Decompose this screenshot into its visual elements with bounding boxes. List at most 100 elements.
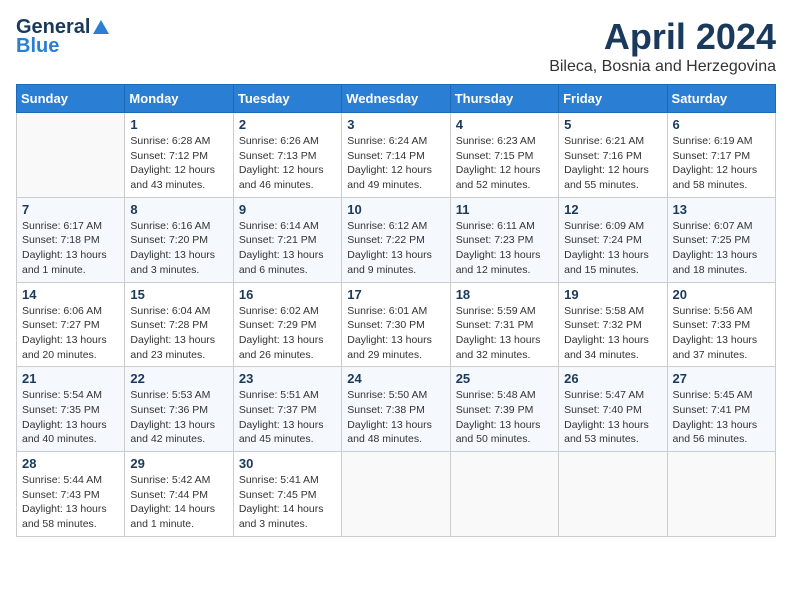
calendar-cell: 22 Sunrise: 5:53 AMSunset: 7:36 PMDayligh…: [125, 367, 233, 452]
day-info: Sunrise: 6:24 AMSunset: 7:14 PMDaylight:…: [347, 134, 444, 193]
calendar-cell: 24 Sunrise: 5:50 AMSunset: 7:38 PMDayligh…: [342, 367, 450, 452]
day-number: 28: [22, 456, 119, 471]
day-number: 3: [347, 117, 444, 132]
calendar-cell: 13 Sunrise: 6:07 AMSunset: 7:25 PMDayligh…: [667, 197, 775, 282]
calendar-week-2: 14 Sunrise: 6:06 AMSunset: 7:27 PMDayligh…: [17, 282, 776, 367]
calendar-cell: 19Sunrise: 5:58 AMSunset: 7:32 PMDayligh…: [559, 282, 667, 367]
calendar-cell: 9 Sunrise: 6:14 AMSunset: 7:21 PMDaylight…: [233, 197, 341, 282]
calendar-cell: 29Sunrise: 5:42 AMSunset: 7:44 PMDayligh…: [125, 452, 233, 537]
day-number: 21: [22, 371, 119, 386]
day-number: 5: [564, 117, 661, 132]
day-number: 13: [673, 202, 770, 217]
day-number: 15: [130, 287, 227, 302]
day-info: Sunrise: 5:54 AMSunset: 7:35 PMDaylight:…: [22, 388, 119, 447]
day-number: 8: [130, 202, 227, 217]
day-number: 4: [456, 117, 553, 132]
calendar-cell: 23 Sunrise: 5:51 AMSunset: 7:37 PMDayligh…: [233, 367, 341, 452]
day-info: Sunrise: 6:17 AMSunset: 7:18 PMDaylight:…: [22, 219, 119, 278]
day-info: Sunrise: 6:16 AMSunset: 7:20 PMDaylight:…: [130, 219, 227, 278]
calendar-cell: 15 Sunrise: 6:04 AMSunset: 7:28 PMDayligh…: [125, 282, 233, 367]
logo-blue: Blue: [16, 35, 59, 58]
logo: General Blue: [16, 16, 109, 58]
day-info: Sunrise: 6:12 AMSunset: 7:22 PMDaylight:…: [347, 219, 444, 278]
day-number: 9: [239, 202, 336, 217]
calendar-cell: [17, 113, 125, 198]
day-info: Sunrise: 6:21 AMSunset: 7:16 PMDaylight:…: [564, 134, 661, 193]
day-info: Sunrise: 5:45 AMSunset: 7:41 PMDaylight:…: [673, 388, 770, 447]
day-number: 20: [673, 287, 770, 302]
col-header-monday: Monday: [125, 85, 233, 113]
month-title: April 2024: [549, 16, 776, 58]
day-number: 27: [673, 371, 770, 386]
day-number: 19: [564, 287, 661, 302]
day-info: Sunrise: 6:06 AMSunset: 7:27 PMDaylight:…: [22, 304, 119, 363]
day-info: Sunrise: 6:11 AMSunset: 7:23 PMDaylight:…: [456, 219, 553, 278]
day-info: Sunrise: 5:41 AMSunset: 7:45 PMDaylight:…: [239, 473, 336, 532]
col-header-tuesday: Tuesday: [233, 85, 341, 113]
calendar-week-4: 28Sunrise: 5:44 AMSunset: 7:43 PMDayligh…: [17, 452, 776, 537]
calendar-cell: 2 Sunrise: 6:26 AMSunset: 7:13 PMDaylight…: [233, 113, 341, 198]
day-info: Sunrise: 5:50 AMSunset: 7:38 PMDaylight:…: [347, 388, 444, 447]
day-info: Sunrise: 6:26 AMSunset: 7:13 PMDaylight:…: [239, 134, 336, 193]
day-info: Sunrise: 6:19 AMSunset: 7:17 PMDaylight:…: [673, 134, 770, 193]
calendar-cell: 28Sunrise: 5:44 AMSunset: 7:43 PMDayligh…: [17, 452, 125, 537]
day-info: Sunrise: 5:51 AMSunset: 7:37 PMDaylight:…: [239, 388, 336, 447]
calendar-week-0: 1 Sunrise: 6:28 AMSunset: 7:12 PMDaylight…: [17, 113, 776, 198]
calendar-cell: [450, 452, 558, 537]
col-header-sunday: Sunday: [17, 85, 125, 113]
calendar-week-3: 21 Sunrise: 5:54 AMSunset: 7:35 PMDayligh…: [17, 367, 776, 452]
day-number: 24: [347, 371, 444, 386]
day-info: Sunrise: 5:48 AMSunset: 7:39 PMDaylight:…: [456, 388, 553, 447]
day-number: 25: [456, 371, 553, 386]
day-number: 7: [22, 202, 119, 217]
calendar-cell: 8 Sunrise: 6:16 AMSunset: 7:20 PMDaylight…: [125, 197, 233, 282]
col-header-friday: Friday: [559, 85, 667, 113]
col-header-saturday: Saturday: [667, 85, 775, 113]
day-info: Sunrise: 5:53 AMSunset: 7:36 PMDaylight:…: [130, 388, 227, 447]
calendar-cell: 12 Sunrise: 6:09 AMSunset: 7:24 PMDayligh…: [559, 197, 667, 282]
calendar-cell: 26 Sunrise: 5:47 AMSunset: 7:40 PMDayligh…: [559, 367, 667, 452]
day-number: 2: [239, 117, 336, 132]
calendar-week-1: 7 Sunrise: 6:17 AMSunset: 7:18 PMDaylight…: [17, 197, 776, 282]
calendar-cell: [667, 452, 775, 537]
day-info: Sunrise: 5:47 AMSunset: 7:40 PMDaylight:…: [564, 388, 661, 447]
location-title: Bileca, Bosnia and Herzegovina: [549, 58, 776, 76]
day-number: 26: [564, 371, 661, 386]
day-info: Sunrise: 6:28 AMSunset: 7:12 PMDaylight:…: [130, 134, 227, 193]
col-header-thursday: Thursday: [450, 85, 558, 113]
calendar-cell: 14 Sunrise: 6:06 AMSunset: 7:27 PMDayligh…: [17, 282, 125, 367]
day-info: Sunrise: 6:01 AMSunset: 7:30 PMDaylight:…: [347, 304, 444, 363]
day-number: 11: [456, 202, 553, 217]
calendar-table: SundayMondayTuesdayWednesdayThursdayFrid…: [16, 84, 776, 537]
calendar-cell: [559, 452, 667, 537]
calendar-cell: 25 Sunrise: 5:48 AMSunset: 7:39 PMDayligh…: [450, 367, 558, 452]
day-info: Sunrise: 6:02 AMSunset: 7:29 PMDaylight:…: [239, 304, 336, 363]
day-info: Sunrise: 6:07 AMSunset: 7:25 PMDaylight:…: [673, 219, 770, 278]
title-section: April 2024 Bileca, Bosnia and Herzegovin…: [549, 16, 776, 76]
page-header: General Blue April 2024 Bileca, Bosnia a…: [16, 16, 776, 76]
day-info: Sunrise: 6:04 AMSunset: 7:28 PMDaylight:…: [130, 304, 227, 363]
day-number: 14: [22, 287, 119, 302]
calendar-cell: 10Sunrise: 6:12 AMSunset: 7:22 PMDayligh…: [342, 197, 450, 282]
day-info: Sunrise: 6:14 AMSunset: 7:21 PMDaylight:…: [239, 219, 336, 278]
calendar-cell: 7 Sunrise: 6:17 AMSunset: 7:18 PMDaylight…: [17, 197, 125, 282]
calendar-cell: 16 Sunrise: 6:02 AMSunset: 7:29 PMDayligh…: [233, 282, 341, 367]
calendar-cell: 21 Sunrise: 5:54 AMSunset: 7:35 PMDayligh…: [17, 367, 125, 452]
day-info: Sunrise: 5:59 AMSunset: 7:31 PMDaylight:…: [456, 304, 553, 363]
day-number: 22: [130, 371, 227, 386]
day-number: 1: [130, 117, 227, 132]
calendar-cell: [342, 452, 450, 537]
calendar-cell: 18Sunrise: 5:59 AMSunset: 7:31 PMDayligh…: [450, 282, 558, 367]
calendar-cell: 20 Sunrise: 5:56 AMSunset: 7:33 PMDayligh…: [667, 282, 775, 367]
day-number: 16: [239, 287, 336, 302]
day-info: Sunrise: 5:42 AMSunset: 7:44 PMDaylight:…: [130, 473, 227, 532]
day-number: 12: [564, 202, 661, 217]
calendar-cell: 5 Sunrise: 6:21 AMSunset: 7:16 PMDaylight…: [559, 113, 667, 198]
calendar-cell: 30Sunrise: 5:41 AMSunset: 7:45 PMDayligh…: [233, 452, 341, 537]
calendar-cell: 1 Sunrise: 6:28 AMSunset: 7:12 PMDaylight…: [125, 113, 233, 198]
day-info: Sunrise: 5:56 AMSunset: 7:33 PMDaylight:…: [673, 304, 770, 363]
day-number: 6: [673, 117, 770, 132]
calendar-cell: 4Sunrise: 6:23 AMSunset: 7:15 PMDaylight…: [450, 113, 558, 198]
day-info: Sunrise: 6:09 AMSunset: 7:24 PMDaylight:…: [564, 219, 661, 278]
day-number: 23: [239, 371, 336, 386]
